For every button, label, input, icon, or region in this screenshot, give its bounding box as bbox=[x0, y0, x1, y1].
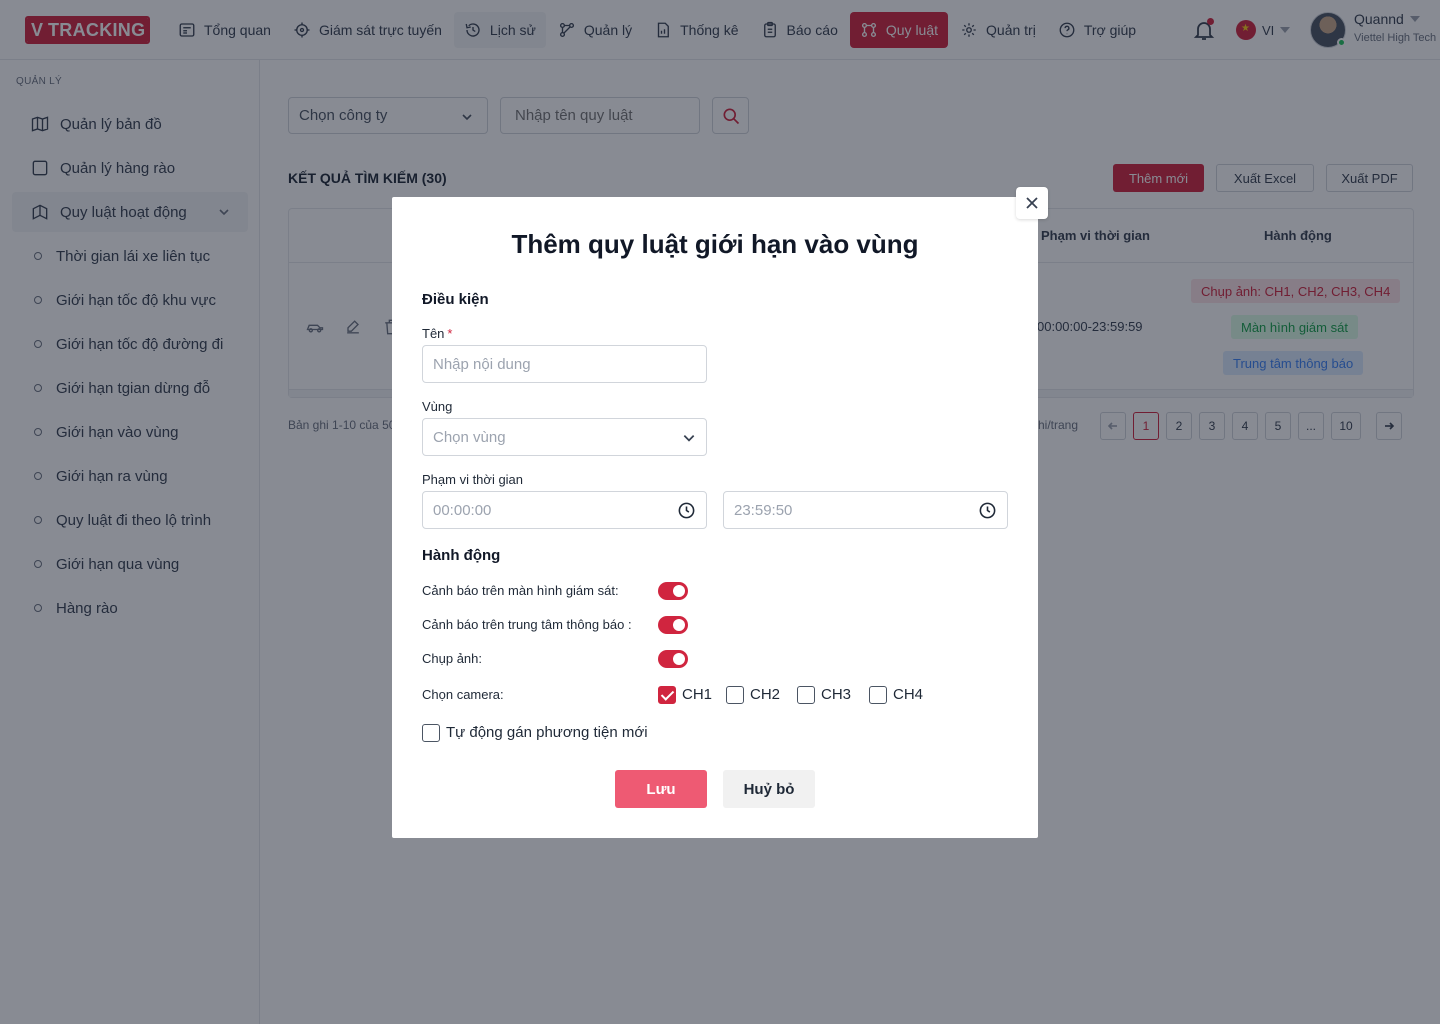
end-time-input[interactable]: 23:59:50 bbox=[723, 491, 1008, 529]
camera-label: Chọn camera: bbox=[422, 687, 504, 702]
chevron-down-icon bbox=[683, 435, 695, 442]
time-range-label: Phạm vi thời gian bbox=[422, 472, 524, 487]
capture-row: Chụp ảnh: bbox=[422, 651, 482, 666]
camera-ch4-checkbox[interactable] bbox=[869, 686, 887, 704]
zone-select-placeholder: Chọn vùng bbox=[433, 428, 506, 446]
cancel-button[interactable]: Huỷ bỏ bbox=[723, 770, 815, 808]
name-input-placeholder: Nhập nội dung bbox=[433, 355, 531, 373]
close-icon bbox=[1026, 197, 1038, 209]
capture-toggle[interactable] bbox=[658, 650, 688, 668]
camera-ch2-checkbox[interactable] bbox=[726, 686, 744, 704]
auto-assign-label: Tự động gán phương tiện mới bbox=[446, 724, 648, 741]
zone-select[interactable]: Chọn vùng bbox=[422, 418, 707, 456]
actions-heading: Hành động bbox=[422, 547, 501, 564]
required-mark: * bbox=[447, 326, 453, 341]
name-label-text: Tên bbox=[422, 326, 445, 341]
monitor-alert-row: Cảnh báo trên màn hình giám sát: bbox=[422, 583, 619, 598]
monitor-alert-toggle[interactable] bbox=[658, 582, 688, 600]
modal-title: Thêm quy luật giới hạn vào vùng bbox=[511, 229, 919, 259]
add-zone-entry-rule-modal: Thêm quy luật giới hạn vào vùng Điều kiệ… bbox=[392, 197, 1038, 838]
camera-ch3-checkbox[interactable] bbox=[797, 686, 815, 704]
start-time-value: 00:00:00 bbox=[433, 501, 492, 519]
start-time-input[interactable]: 00:00:00 bbox=[422, 491, 707, 529]
name-input[interactable]: Nhập nội dung bbox=[422, 345, 707, 383]
monitor-alert-label: Cảnh báo trên màn hình giám sát: bbox=[422, 583, 619, 598]
conditions-heading: Điều kiện bbox=[422, 291, 489, 308]
camera-ch1-checkbox[interactable] bbox=[658, 686, 676, 704]
capture-label: Chụp ảnh: bbox=[422, 651, 482, 666]
auto-assign-checkbox[interactable] bbox=[422, 724, 440, 742]
notification-alert-label: Cảnh báo trên trung tâm thông báo : bbox=[422, 617, 632, 632]
camera-ch1-label: CH1 bbox=[682, 686, 713, 703]
clock-icon[interactable] bbox=[978, 501, 997, 520]
camera-ch3-label: CH3 bbox=[821, 686, 852, 703]
clock-icon[interactable] bbox=[677, 501, 696, 520]
zone-label: Vùng bbox=[422, 399, 453, 414]
notification-alert-row: Cảnh báo trên trung tâm thông báo : bbox=[422, 617, 632, 632]
end-time-value: 23:59:50 bbox=[734, 501, 793, 519]
save-button[interactable]: Lưu bbox=[615, 770, 707, 808]
camera-ch4-label: CH4 bbox=[893, 686, 924, 703]
modal-close-button[interactable] bbox=[1016, 187, 1048, 219]
notification-alert-toggle[interactable] bbox=[658, 616, 688, 634]
camera-ch2-label: CH2 bbox=[750, 686, 781, 703]
name-label: Tên * bbox=[422, 326, 452, 341]
